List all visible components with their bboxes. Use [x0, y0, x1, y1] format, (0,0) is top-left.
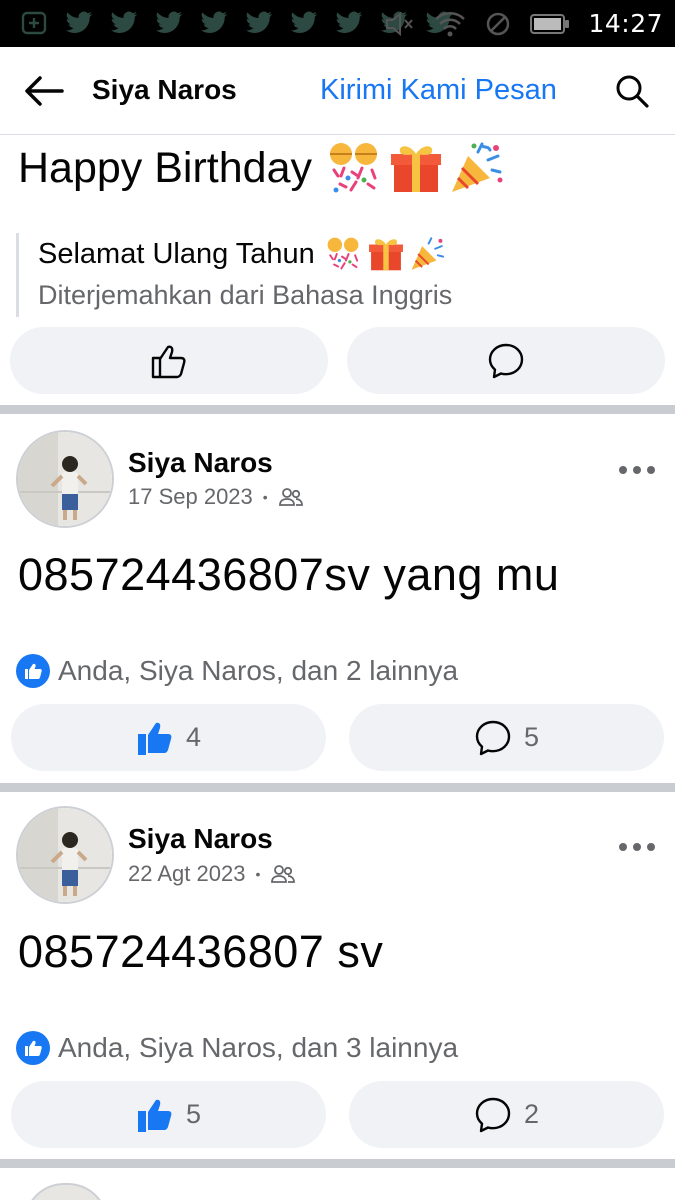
party-popper-icon: [452, 142, 503, 192]
separator-dot: •: [262, 489, 268, 505]
post-date[interactable]: 22 Agt 2023: [128, 861, 245, 887]
author-name[interactable]: Siya Naros: [128, 447, 273, 479]
thumbs-up-filled-icon: [137, 1099, 172, 1132]
comment-button[interactable]: [347, 327, 665, 394]
party-popper-icon: [411, 237, 444, 270]
like-reaction-icon: [16, 654, 50, 688]
comment-count: 5: [523, 722, 540, 752]
back-arrow-icon: [25, 76, 64, 106]
reactions-summary[interactable]: Anda, Siya Naros, dan 2 lainnya: [16, 654, 458, 688]
top-app-bar: Siya Naros Kirimi Kami Pesan: [0, 47, 675, 135]
confetti-ball-icon: [327, 237, 359, 270]
twitter-icon: [66, 11, 92, 33]
more-dots-icon: [619, 466, 655, 474]
thumbs-up-filled-icon: [137, 722, 172, 755]
more-options-button[interactable]: [617, 840, 657, 854]
clock: 14:27: [588, 9, 663, 38]
post-meta: 17 Sep 2023 •: [128, 484, 304, 510]
search-button[interactable]: [612, 71, 652, 111]
like-button[interactable]: 4: [11, 704, 326, 771]
like-count: 5: [185, 1099, 202, 1129]
twitter-icon: [156, 11, 182, 33]
more-dots-icon: [619, 843, 655, 851]
post-divider: [0, 783, 675, 792]
like-reaction-icon: [16, 1031, 50, 1065]
post-divider: [0, 405, 675, 414]
add-icon: [21, 11, 47, 35]
page-title[interactable]: Siya Naros: [92, 74, 237, 106]
block-icon: [487, 12, 510, 35]
like-button[interactable]: 5: [11, 1081, 326, 1148]
twitter-icon: [246, 11, 272, 33]
reactions-text: Anda, Siya Naros, dan 2 lainnya: [58, 655, 459, 686]
post-text: 085724436807sv yang mu: [18, 549, 560, 600]
celebration-emojis-small: [325, 235, 447, 273]
status-bar: 14:27: [0, 0, 675, 47]
reactions-text: Anda, Siya Naros, dan 3 lainnya: [58, 1032, 459, 1063]
author-name[interactable]: Siya Naros: [128, 823, 273, 855]
confetti-ball-icon: [330, 143, 377, 193]
wifi-icon: [435, 11, 466, 36]
translation-note[interactable]: Diterjemahkan dari Bahasa Inggris: [38, 280, 452, 311]
back-button[interactable]: [20, 71, 68, 111]
post-text: 085724436807 sv: [18, 926, 384, 977]
comment-button[interactable]: 2: [349, 1081, 664, 1148]
post-date[interactable]: 17 Sep 2023: [128, 484, 253, 510]
profile-photo: [18, 808, 112, 902]
search-icon: [616, 75, 649, 108]
comment-count: 2: [523, 1099, 540, 1129]
separator-dot: •: [255, 866, 261, 882]
translated-text: Selamat Ulang Tahun: [38, 235, 447, 273]
gift-icon: [368, 239, 403, 271]
twitter-icon: [291, 11, 317, 33]
post-divider: [0, 1159, 675, 1168]
mute-icon: [386, 11, 414, 36]
like-button[interactable]: [10, 327, 328, 394]
twitter-icon: [201, 11, 227, 33]
next-post-avatar[interactable]: [24, 1183, 108, 1200]
twitter-icon: [336, 11, 362, 33]
celebration-emojis: [326, 140, 506, 196]
friends-audience-icon: [278, 488, 303, 506]
system-icons: 14:27: [384, 9, 663, 38]
post-meta: 22 Agt 2023 •: [128, 861, 296, 887]
twitter-icon: [111, 11, 137, 33]
avatar[interactable]: [16, 430, 114, 528]
gift-icon: [391, 146, 441, 192]
comment-icon: [475, 1097, 511, 1132]
friends-audience-icon: [271, 865, 296, 883]
profile-photo: [18, 432, 112, 526]
translation-block: Selamat Ulang Tahun Diterjemahkan dari B…: [16, 233, 536, 317]
like-count: 4: [185, 722, 202, 752]
post-text: Happy Birthday: [18, 140, 506, 196]
comment-icon: [488, 343, 524, 378]
more-options-button[interactable]: [617, 463, 657, 477]
avatar[interactable]: [16, 806, 114, 904]
thumbs-up-outline-icon: [151, 345, 186, 378]
battery-icon: [530, 13, 570, 34]
comment-icon: [475, 720, 511, 755]
reactions-summary[interactable]: Anda, Siya Naros, dan 3 lainnya: [16, 1031, 458, 1065]
comment-button[interactable]: 5: [349, 704, 664, 771]
send-message-link[interactable]: Kirimi Kami Pesan: [320, 74, 557, 107]
